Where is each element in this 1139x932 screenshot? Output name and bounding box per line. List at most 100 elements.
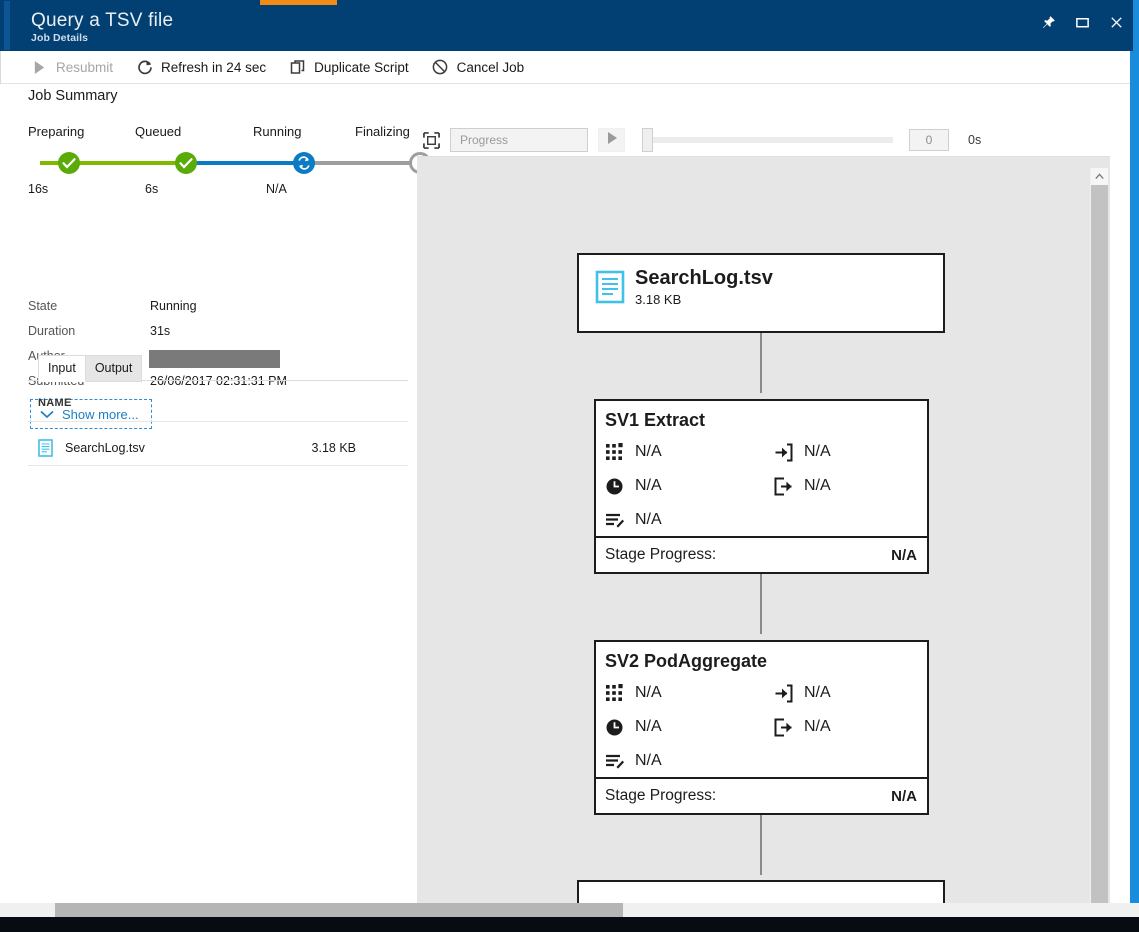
page-subtitle: Job Details [31,32,89,44]
graph-node-input-file[interactable]: SearchLog.tsv 3.18 KB [577,253,945,333]
file-tsv-icon [38,438,60,457]
stage-track [28,149,431,177]
job-summary-panel: Job Summary Preparing Queued Running Fin… [0,84,431,903]
playback-step-value[interactable]: 0 [909,129,949,151]
close-icon[interactable] [1101,8,1131,36]
stat-rows-written-value: N/A [635,752,662,769]
stat-vertices: N/A [605,676,927,710]
stage-time-running: N/A [266,182,287,196]
page-title: Query a TSV file [31,10,174,31]
graph-node-size: 3.18 KB [635,292,682,307]
detail-value-author-redacted [149,350,280,368]
pin-icon[interactable] [1033,8,1063,36]
stat-data-written: N/A [774,710,831,744]
playback-slider-rail [649,137,893,143]
stage-label-queued: Queued [135,124,182,139]
stat-duration-value: N/A [635,477,662,494]
cancel-icon [431,58,450,76]
stat-duration: N/A [605,469,927,503]
playback-time-label: 0s [968,133,982,147]
chevron-down-icon [39,407,58,421]
list-item[interactable]: SearchLog.tsv 3.18 KB [28,430,408,466]
graph-toolbar: Progress 0 0s [420,124,1110,164]
title-left-accent [4,1,10,50]
graph-node-footer: Stage Progress: N/A [596,536,927,572]
clock-icon [605,718,631,737]
stat-data-read: N/A [774,676,831,710]
stat-vertices: N/A [605,435,927,469]
detail-row-duration: Duration 31s [28,324,400,349]
stat-duration-value: N/A [635,718,662,735]
job-details-list: State Running Duration 31s Author Submit… [28,299,400,399]
stage-knob-queued [175,152,197,174]
column-header-name: NAME [38,397,72,409]
show-more-label: Show more... [62,406,139,422]
playback-slider-thumb[interactable] [642,128,653,152]
stage-labels: Preparing Queued Running Finalizing [28,124,410,142]
duplicate-script-label: Duplicate Script [314,59,409,75]
stage-times: 16s 6s N/A [28,182,400,200]
stat-data-read-value: N/A [804,443,831,460]
duplicate-script-button[interactable]: Duplicate Script [288,51,409,84]
resubmit-label: Resubmit [56,59,114,75]
graph-node-sv2-podaggregate[interactable]: SV2 PodAggregate N/A N/A N/A N/A N/A Sta… [594,640,929,815]
graph-edge [760,815,762,875]
playback-play-button[interactable] [598,128,625,152]
horizontal-scrollbar[interactable] [0,903,1139,917]
command-bar: Resubmit Refresh in 24 sec Duplicate Scr… [0,51,1133,84]
tab-output[interactable]: Output [84,355,143,382]
stat-rows-written-value: N/A [635,511,662,528]
list-header-rule [28,421,408,422]
job-details-window: Query a TSV file Job Details Resubmit Re… [0,0,1139,932]
data-written-icon [774,477,800,496]
cancel-job-label: Cancel Job [456,59,525,75]
scroll-up-icon[interactable] [1091,168,1108,185]
rows-written-icon [605,511,631,530]
data-read-icon [774,443,800,462]
stat-vertices-value: N/A [635,684,662,701]
refresh-button[interactable]: Refresh in 24 sec [135,51,266,84]
fit-to-screen-icon[interactable] [420,130,442,150]
stat-duration: N/A [605,710,927,744]
window-right-accent [1133,0,1139,932]
tab-input[interactable]: Input [38,355,86,382]
cancel-job-button[interactable]: Cancel Job [431,51,525,84]
playback-slider[interactable] [639,128,893,152]
graph-mode-select[interactable]: Progress [450,128,588,164]
detail-row-state: State Running [28,299,400,324]
graph-node-title: SV2 PodAggregate [605,651,768,671]
stat-data-written-value: N/A [804,477,831,494]
resubmit-button[interactable]: Resubmit [30,51,113,84]
stat-data-read: N/A [774,435,831,469]
desktop-background [0,917,1139,932]
clock-icon [605,477,631,496]
vertical-scrollbar[interactable] [1090,168,1108,932]
rows-written-icon [605,752,631,771]
vertical-scrollbar-thumb[interactable] [1091,185,1108,932]
stage-time-queued: 6s [145,182,159,196]
graph-node-footer: Stage Progress: N/A [596,777,927,813]
maximize-icon[interactable] [1067,8,1097,36]
horizontal-scrollbar-thumb[interactable] [55,903,623,917]
job-summary-heading: Job Summary [28,88,118,104]
stage-progress-value: N/A [891,546,917,564]
stage-knob-preparing [58,152,80,174]
job-graph-canvas[interactable]: SearchLog.tsv 3.18 KB SV1 Extract N/A N/… [417,156,1110,932]
stage-knob-running [293,152,315,174]
stage-progress-value: N/A [891,787,917,805]
graph-node-stats-right: N/A N/A [774,676,831,744]
graph-node-sv1-extract[interactable]: SV1 Extract N/A N/A N/A N/A N/A Stage Pr… [594,399,929,574]
detail-value-duration: 31s [150,324,171,338]
stat-vertices-value: N/A [635,443,662,460]
title-bar: Query a TSV file Job Details [0,0,1139,51]
graph-mode-select-value: Progress [450,128,588,152]
data-read-icon [774,684,800,703]
detail-key-duration: Duration [28,324,76,338]
play-icon [606,131,618,150]
detail-value-state: Running [150,299,197,313]
list-item-size: 3.18 KB [311,440,356,455]
stage-label-running: Running [253,124,302,139]
graph-node-title: SearchLog.tsv [635,267,773,289]
detail-value-submitted: 26/06/2017 02:31:31 PM [150,374,287,388]
active-tab-accent [260,0,337,5]
